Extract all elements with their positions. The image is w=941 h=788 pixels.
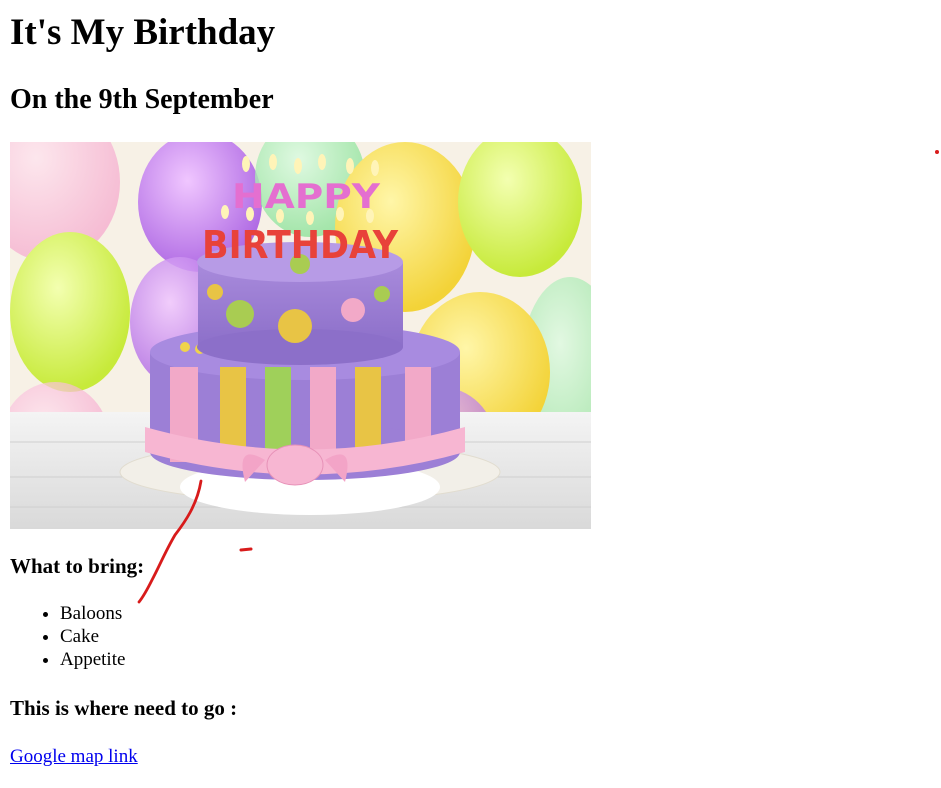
google-map-link[interactable]: Google map link bbox=[10, 745, 138, 768]
page-title: It's My Birthday bbox=[10, 12, 276, 53]
cake-candle-text-birthday: BIRTHDAY bbox=[202, 223, 398, 267]
where-to-go-heading: This is where need to go : bbox=[10, 696, 238, 720]
list-item: Baloons bbox=[60, 602, 125, 625]
what-to-bring-heading: What to bring: bbox=[10, 554, 145, 578]
annotation-dash bbox=[239, 547, 253, 552]
cake-candle-text-happy: HAPPY bbox=[232, 177, 380, 217]
birthday-cake-image: HAPPY BIRTHDAY bbox=[10, 142, 591, 529]
bring-list: Baloons Cake Appetite bbox=[20, 602, 125, 671]
annotation-dot bbox=[935, 150, 939, 154]
list-item: Cake bbox=[60, 625, 125, 648]
page-subtitle: On the 9th September bbox=[10, 84, 274, 115]
list-item: Appetite bbox=[60, 648, 125, 671]
